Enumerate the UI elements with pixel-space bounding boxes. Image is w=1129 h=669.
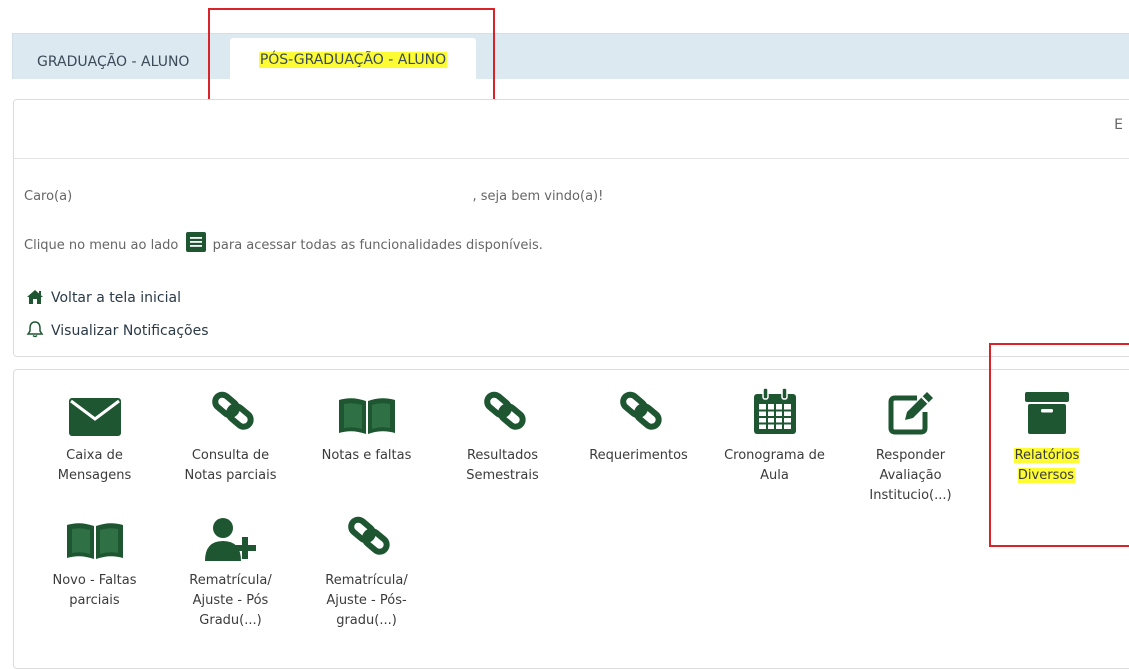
tab-graduacao-aluno[interactable]: GRADUAÇÃO - ALUNO	[37, 44, 189, 80]
tile-label: Novo - Faltas parciais	[52, 573, 137, 608]
home-link[interactable]: Voltar a tela inicial	[26, 289, 181, 306]
menu-list-icon[interactable]	[185, 232, 206, 256]
tile-label: Consulta de Notas parciais	[184, 448, 277, 483]
archive-icon	[984, 372, 1109, 436]
home-link-label: Voltar a tela inicial	[51, 290, 181, 306]
home-icon	[27, 290, 43, 304]
tab-pos-graduacao-aluno[interactable]: PÓS-GRADUAÇÃO - ALUNO	[230, 38, 476, 80]
envelope-icon	[32, 372, 157, 436]
tile-notas-e-faltas[interactable]: Notas e faltas	[304, 372, 429, 466]
tab-bar: GRADUAÇÃO - ALUNO PÓS-GRADUAÇÃO - ALUNO	[12, 33, 1129, 80]
notifications-link-label: Visualizar Notificações	[51, 323, 209, 339]
tile-rematricula-pos-gradu-2[interactable]: Rematrícula/ Ajuste - Pós-gradu(...)	[304, 497, 429, 631]
link-icon	[440, 372, 565, 436]
tile-label: Requerimentos	[589, 448, 688, 463]
tile-label: Rematrícula/ Ajuste - Pós-gradu(...)	[325, 573, 408, 628]
tab-graduacao-label: GRADUAÇÃO - ALUNO	[37, 54, 190, 70]
greeting-line: Caro(a) , seja bem vindo(a)!	[24, 189, 603, 204]
tile-label: Cronograma de Aula	[724, 448, 825, 483]
tile-cronograma-de-aula[interactable]: Cronograma de Aula	[712, 372, 837, 486]
tile-label: Notas e faltas	[321, 448, 412, 463]
tile-relatorios-diversos[interactable]: Relatórios Diversos	[984, 372, 1109, 486]
panel-header: E	[14, 100, 1129, 159]
tile-consulta-notas-parciais[interactable]: Consulta de Notas parciais	[168, 372, 293, 486]
tile-requerimentos[interactable]: Requerimentos	[576, 372, 701, 466]
tile-rematricula-pos-gradu[interactable]: Rematrícula/ Ajuste - Pós Gradu(...)	[168, 497, 293, 631]
tile-label: Caixa de Mensagens	[57, 448, 132, 483]
book-icon	[32, 497, 157, 561]
tile-responder-avaliacao[interactable]: Responder Avaliação Institucio(...)	[848, 372, 973, 506]
welcome-panel: E Caro(a) , seja bem vindo(a)! Clique no…	[13, 99, 1129, 357]
tile-label: Relatórios Diversos	[984, 446, 1109, 486]
link-icon	[168, 372, 293, 436]
tab-pos-graduacao-label: PÓS-GRADUAÇÃO - ALUNO	[258, 52, 448, 68]
header-cut-text: E	[1114, 117, 1123, 133]
tile-label: Resultados Semestrais	[466, 448, 539, 483]
link-icon	[304, 497, 429, 561]
link-icon	[576, 372, 701, 436]
tile-resultados-semestrais[interactable]: Resultados Semestrais	[440, 372, 565, 486]
calendar-icon	[712, 372, 837, 436]
greeting-suffix: , seja bem vindo(a)!	[472, 189, 604, 204]
tile-label: Rematrícula/ Ajuste - Pós Gradu(...)	[189, 573, 272, 628]
tile-label: Responder Avaliação Institucio(...)	[869, 448, 952, 503]
menu-hint-before: Clique no menu ao lado	[24, 238, 179, 253]
greeting-prefix: Caro(a)	[24, 189, 73, 204]
bell-icon	[26, 321, 44, 338]
shortcuts-panel: Caixa de Mensagens Consulta de Notas par…	[13, 369, 1129, 669]
tile-caixa-de-mensagens[interactable]: Caixa de Mensagens	[32, 372, 157, 486]
tile-novo-faltas-parciais[interactable]: Novo - Faltas parciais	[32, 497, 157, 611]
tile-label-highlight: Relatórios Diversos	[1013, 448, 1080, 483]
menu-hint-after: para acessar todas as funcionalidades di…	[212, 238, 543, 253]
user-plus-icon	[168, 497, 293, 561]
menu-hint-line: Clique no menu ao lado para acessar toda…	[24, 232, 543, 256]
notifications-link[interactable]: Visualizar Notificações	[26, 320, 209, 339]
edit-icon	[848, 372, 973, 436]
book-icon	[304, 372, 429, 436]
